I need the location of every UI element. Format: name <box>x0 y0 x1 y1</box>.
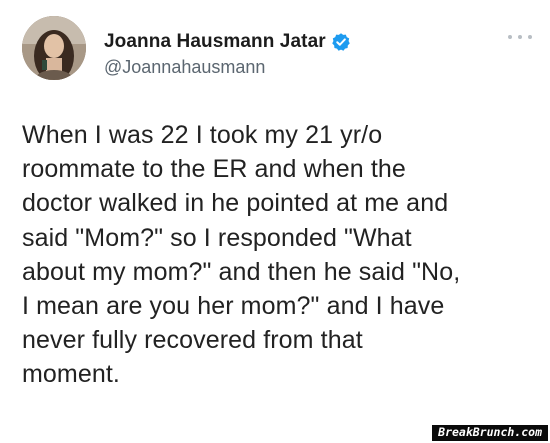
author-handle[interactable]: @Joannahausmann <box>104 57 265 78</box>
verified-badge-icon <box>331 32 351 52</box>
author-name-row: Joanna Hausmann Jatar <box>104 30 351 54</box>
dot-icon <box>508 35 512 39</box>
tweet-card: Joanna Hausmann Jatar @Joannahausmann Wh… <box>0 0 550 443</box>
avatar[interactable] <box>22 16 86 80</box>
dot-icon <box>528 35 532 39</box>
more-options-icon[interactable] <box>508 30 532 44</box>
tweet-text: When I was 22 I took my 21 yr/o roommate… <box>22 121 461 389</box>
dot-icon <box>518 35 522 39</box>
author-display-name[interactable]: Joanna Hausmann Jatar <box>104 31 326 53</box>
watermark: BreakBrunch.com <box>432 425 548 441</box>
avatar-image <box>22 16 86 80</box>
